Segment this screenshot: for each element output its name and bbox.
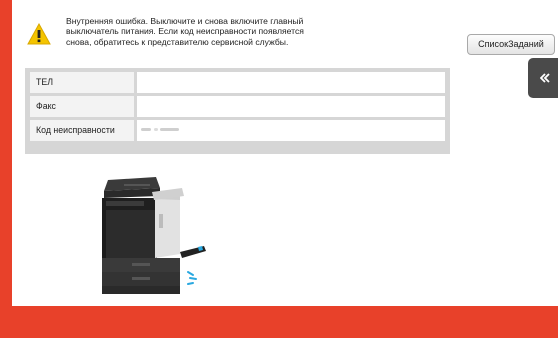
info-value-error-code xyxy=(137,120,445,141)
info-value-tel xyxy=(137,72,445,93)
printer-device-icon xyxy=(102,177,206,294)
side-panel-toggle[interactable] xyxy=(528,58,558,98)
error-code-value-blurred xyxy=(141,128,183,132)
main-panel: Внутренняя ошибка. Выключите и снова вкл… xyxy=(12,0,558,306)
info-label-fax: Факс xyxy=(30,96,137,117)
error-message: Внутренняя ошибка. Выключите и снова вкл… xyxy=(66,16,304,47)
info-label-tel: ТЕЛ xyxy=(30,72,137,93)
warning-icon xyxy=(27,23,51,45)
info-value-fax xyxy=(137,96,445,117)
double-chevron-left-icon xyxy=(540,73,550,83)
bottom-bar xyxy=(0,306,558,338)
info-row-error-code: Код неисправности xyxy=(30,120,445,141)
job-list-button[interactable]: СписокЗаданий xyxy=(467,34,555,55)
info-label-error-code: Код неисправности xyxy=(30,120,137,141)
info-row-fax: Факс xyxy=(30,96,445,117)
info-row-tel: ТЕЛ xyxy=(30,72,445,93)
info-table: ТЕЛ Факс Код неисправности xyxy=(25,68,450,154)
